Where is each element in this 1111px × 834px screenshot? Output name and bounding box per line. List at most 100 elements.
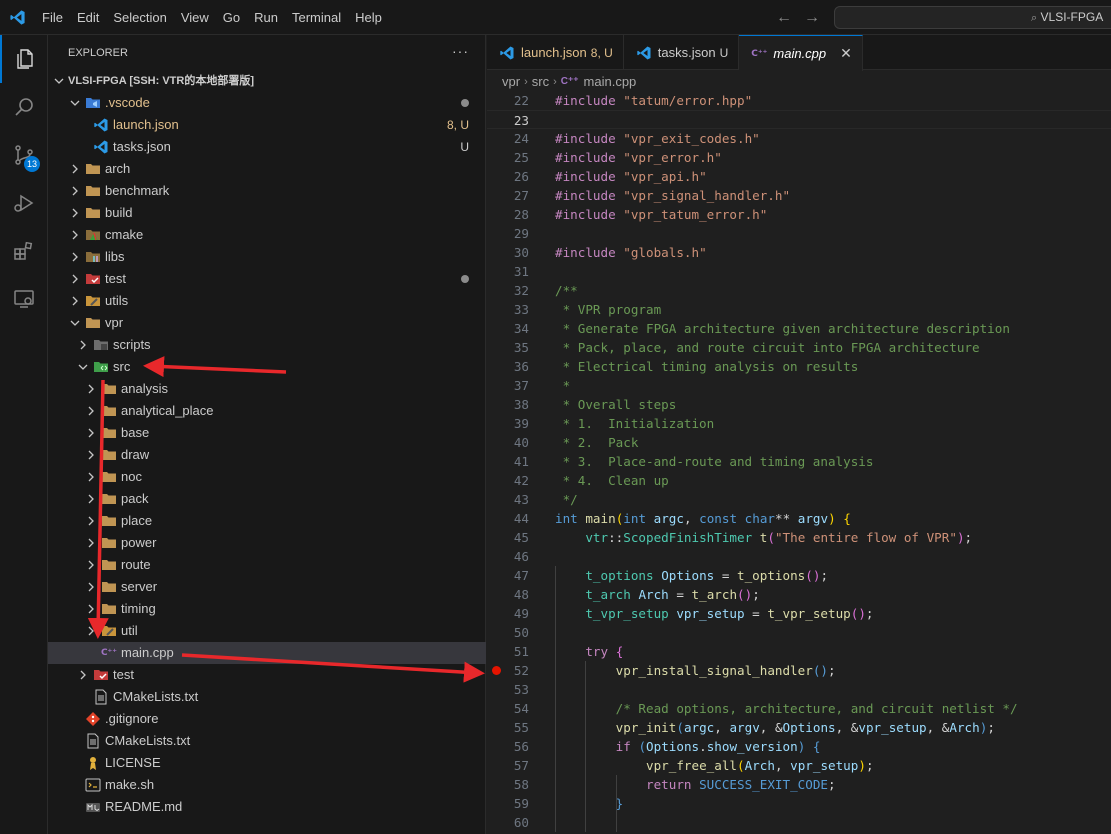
menu-selection[interactable]: Selection <box>106 0 173 35</box>
tree-file-tasks-json[interactable]: tasks.json U <box>48 136 486 158</box>
extensions-icon[interactable] <box>0 227 48 275</box>
tree-folder-scripts[interactable]: scripts <box>48 334 486 356</box>
menu-edit[interactable]: Edit <box>70 0 106 35</box>
code-line[interactable]: 29 <box>487 224 1111 243</box>
tree-folder-power[interactable]: power <box>48 532 486 554</box>
code-line[interactable]: 31 <box>487 262 1111 281</box>
breadcrumb-main-cpp[interactable]: main.cpp <box>584 71 637 93</box>
code-line[interactable]: 45 vtr::ScopedFinishTimer t("The entire … <box>487 528 1111 547</box>
code-line[interactable]: 22 #include "tatum/error.hpp" <box>487 93 1111 110</box>
remote-explorer-icon[interactable] <box>0 275 48 323</box>
code-line[interactable]: 39 * 1. Initialization <box>487 414 1111 433</box>
tree-file-cmakelists-txt[interactable]: CMakeLists.txt <box>48 730 486 752</box>
tree-folder-build[interactable]: build <box>48 202 486 224</box>
tree-file-make-sh[interactable]: make.sh <box>48 774 486 796</box>
tree-file-cmakelists-txt[interactable]: CMakeLists.txt <box>48 686 486 708</box>
tab-launch-json[interactable]: launch.json 8, U <box>487 35 624 70</box>
code-line[interactable]: 43 */ <box>487 490 1111 509</box>
code-line[interactable]: 27 #include "vpr_signal_handler.h" <box>487 186 1111 205</box>
workspace-root[interactable]: VLSI-FPGA [SSH: VTR的本地部署版] <box>48 70 486 92</box>
code-line[interactable]: 26 #include "vpr_api.h" <box>487 167 1111 186</box>
code-line[interactable]: 25 #include "vpr_error.h" <box>487 148 1111 167</box>
tree-folder-src[interactable]: src <box>48 356 486 378</box>
code-line[interactable]: 46 <box>487 547 1111 566</box>
menu-help[interactable]: Help <box>348 0 389 35</box>
code-line[interactable]: 30 #include "globals.h" <box>487 243 1111 262</box>
menu-go[interactable]: Go <box>216 0 247 35</box>
tree-file-readme-md[interactable]: README.md <box>48 796 486 818</box>
search-icon[interactable] <box>0 83 48 131</box>
code-line[interactable]: 51 try { <box>487 642 1111 661</box>
tree-folder-vpr[interactable]: vpr <box>48 312 486 334</box>
code-line[interactable]: 59 } <box>487 794 1111 813</box>
tree-folder-test[interactable]: test <box>48 664 486 686</box>
code-line[interactable]: 58 return SUCCESS_EXIT_CODE; <box>487 775 1111 794</box>
back-arrow-icon[interactable]: ← <box>776 9 792 27</box>
tree-file-license[interactable]: LICENSE <box>48 752 486 774</box>
command-center-search[interactable]: ⌕ VLSI-FPGA <box>834 6 1111 29</box>
tree-folder-analytical-place[interactable]: analytical_place <box>48 400 486 422</box>
tree-folder-timing[interactable]: timing <box>48 598 486 620</box>
code-line[interactable]: 57 vpr_free_all(Arch, vpr_setup); <box>487 756 1111 775</box>
code-line[interactable]: 44 int main(int argc, const char** argv) … <box>487 509 1111 528</box>
tree-folder-arch[interactable]: arch <box>48 158 486 180</box>
tree-folder-cmake[interactable]: cmake <box>48 224 486 246</box>
menu-file[interactable]: File <box>35 0 70 35</box>
code-line[interactable]: 34 * Generate FPGA architecture given ar… <box>487 319 1111 338</box>
code-line[interactable]: 23 <box>487 110 1111 129</box>
menu-run[interactable]: Run <box>247 0 285 35</box>
tree-folder-analysis[interactable]: analysis <box>48 378 486 400</box>
forward-arrow-icon[interactable]: → <box>804 9 820 27</box>
code-editor[interactable]: 22 #include "tatum/error.hpp" 23 24 #include… <box>487 93 1111 834</box>
tree-folder-utils[interactable]: utils <box>48 290 486 312</box>
tree-folder-libs[interactable]: libs <box>48 246 486 268</box>
code-line[interactable]: 35 * Pack, place, and route circuit into… <box>487 338 1111 357</box>
code-line[interactable]: 60 <box>487 813 1111 832</box>
tree-folder--vscode[interactable]: .vscode <box>48 92 486 114</box>
breadcrumb-vpr[interactable]: vpr <box>502 71 520 93</box>
breakpoint-icon[interactable] <box>492 666 501 675</box>
code-line[interactable]: 38 * Overall steps <box>487 395 1111 414</box>
code-line[interactable]: 33 * VPR program <box>487 300 1111 319</box>
code-line[interactable]: 28 #include "vpr_tatum_error.h" <box>487 205 1111 224</box>
code-line[interactable]: 53 <box>487 680 1111 699</box>
tree-folder-place[interactable]: place <box>48 510 486 532</box>
code-line[interactable]: 49 t_vpr_setup vpr_setup = t_vpr_setup()… <box>487 604 1111 623</box>
source-control-icon[interactable]: 13 <box>0 131 48 179</box>
tree-folder-noc[interactable]: noc <box>48 466 486 488</box>
code-line[interactable]: 32 /** <box>487 281 1111 300</box>
close-icon[interactable]: ✕ <box>840 45 852 62</box>
code-line[interactable]: 54 /* Read options, architecture, and ci… <box>487 699 1111 718</box>
run-debug-icon[interactable] <box>0 179 48 227</box>
tree-folder-route[interactable]: route <box>48 554 486 576</box>
code-line[interactable]: 42 * 4. Clean up <box>487 471 1111 490</box>
more-actions-icon[interactable]: ··· <box>452 35 469 71</box>
code-line[interactable]: 41 * 3. Place-and-route and timing analy… <box>487 452 1111 471</box>
code-line[interactable]: 52 vpr_install_signal_handler(); <box>487 661 1111 680</box>
breadcrumb-src[interactable]: src <box>532 71 549 93</box>
tree-file-main-cpp[interactable]: C⁺⁺ main.cpp <box>48 642 486 664</box>
tab-main-cpp[interactable]: C⁺⁺ main.cpp ✕ <box>739 35 863 71</box>
tree-folder-benchmark[interactable]: benchmark <box>48 180 486 202</box>
code-line[interactable]: 56 if (Options.show_version) { <box>487 737 1111 756</box>
code-line[interactable]: 24 #include "vpr_exit_codes.h" <box>487 129 1111 148</box>
tree-file-launch-json[interactable]: launch.json 8, U <box>48 114 486 136</box>
menu-terminal[interactable]: Terminal <box>285 0 348 35</box>
tree-folder-draw[interactable]: draw <box>48 444 486 466</box>
code-line[interactable]: 36 * Electrical timing analysis on resul… <box>487 357 1111 376</box>
tree-folder-base[interactable]: base <box>48 422 486 444</box>
tree-folder-pack[interactable]: pack <box>48 488 486 510</box>
code-line[interactable]: 55 vpr_init(argc, argv, &Options, &vpr_s… <box>487 718 1111 737</box>
code-line[interactable]: 50 <box>487 623 1111 642</box>
menu-view[interactable]: View <box>174 0 216 35</box>
tree-folder-test[interactable]: test <box>48 268 486 290</box>
code-line[interactable]: 37 * <box>487 376 1111 395</box>
tree-file--gitignore[interactable]: .gitignore <box>48 708 486 730</box>
tab-tasks-json[interactable]: tasks.json U <box>624 35 740 70</box>
explorer-icon[interactable] <box>0 35 48 83</box>
code-line[interactable]: 48 t_arch Arch = t_arch(); <box>487 585 1111 604</box>
code-line[interactable]: 40 * 2. Pack <box>487 433 1111 452</box>
tree-folder-server[interactable]: server <box>48 576 486 598</box>
tree-folder-util[interactable]: util <box>48 620 486 642</box>
code-line[interactable]: 47 t_options Options = t_options(); <box>487 566 1111 585</box>
